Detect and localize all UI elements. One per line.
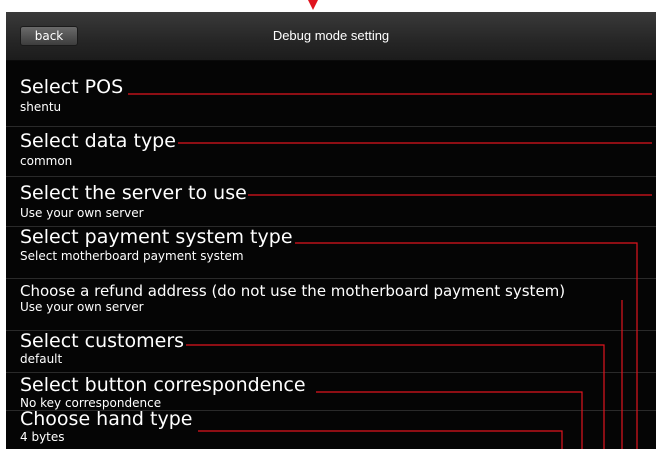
annotation-line-button	[316, 391, 583, 449]
annotation-line-hand-type	[198, 430, 563, 449]
annotation-line-customers	[186, 344, 605, 449]
annotation-lines	[128, 93, 652, 449]
annotation-line-payment	[295, 242, 638, 449]
